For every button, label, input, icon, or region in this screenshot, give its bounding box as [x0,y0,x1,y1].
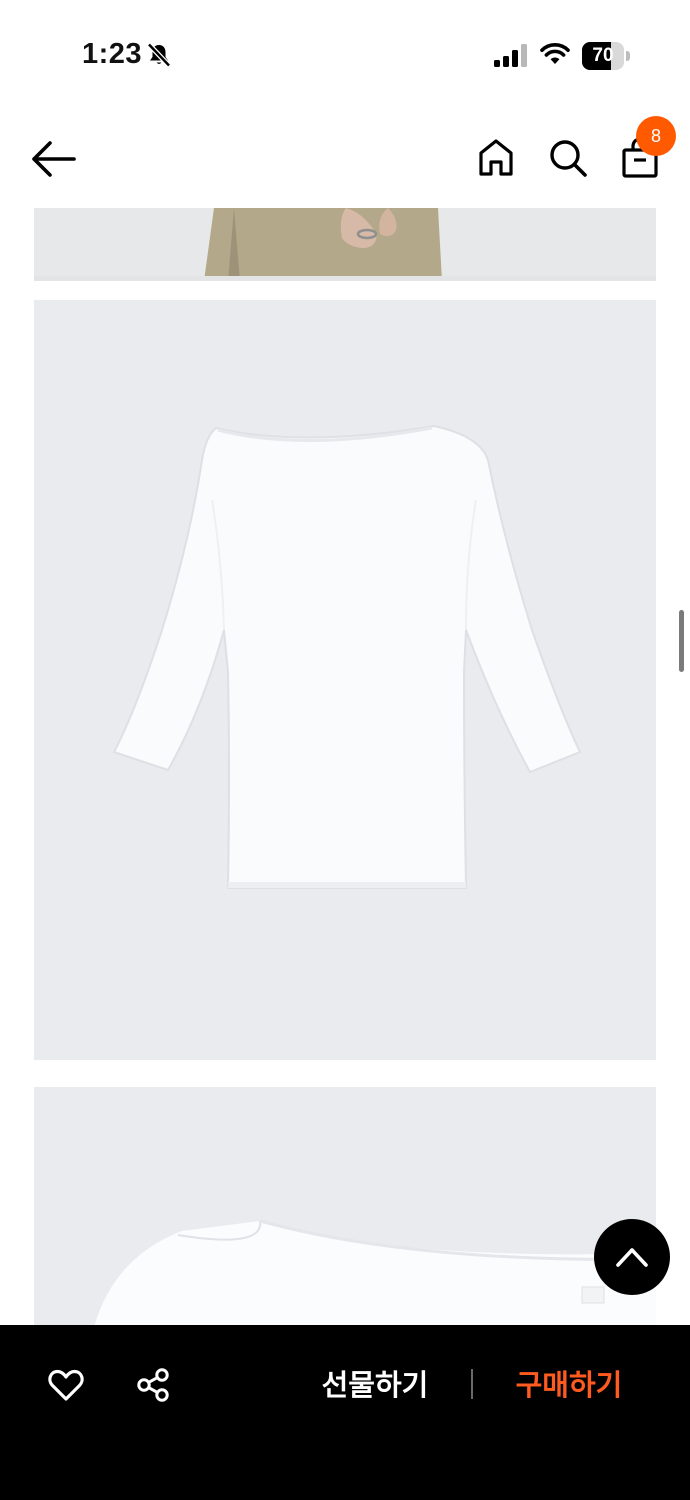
divider [471,1369,473,1399]
scroll-indicator[interactable] [679,610,684,672]
bottom-action-bar: 선물하기 구매하기 [0,1325,690,1500]
home-icon[interactable] [474,136,518,180]
battery-tip [626,51,630,61]
chevron-up-icon [594,1248,670,1299]
buy-button[interactable]: 구매하기 [494,1357,644,1413]
status-time: 1:23 [82,38,143,70]
cellular-signal-icon [494,44,528,68]
wifi-icon [540,42,570,66]
battery-icon: 70 [582,42,630,70]
gift-button[interactable]: 선물하기 [300,1357,450,1413]
share-icon[interactable] [134,1365,174,1405]
product-image-detail [34,1087,656,1327]
scroll-top-button[interactable] [594,1219,670,1295]
search-icon[interactable] [546,136,590,180]
product-image-main [34,300,656,1060]
battery-body: 70 [582,42,624,70]
back-arrow-icon[interactable] [30,138,80,180]
cart-count-badge: 8 [636,116,676,156]
header [0,110,690,208]
battery-level: 70 [592,45,614,66]
status-bar: 1:23 70 [0,0,690,110]
product-image-model [34,208,656,281]
bell-slash-icon [146,42,172,68]
heart-icon[interactable] [46,1365,86,1405]
